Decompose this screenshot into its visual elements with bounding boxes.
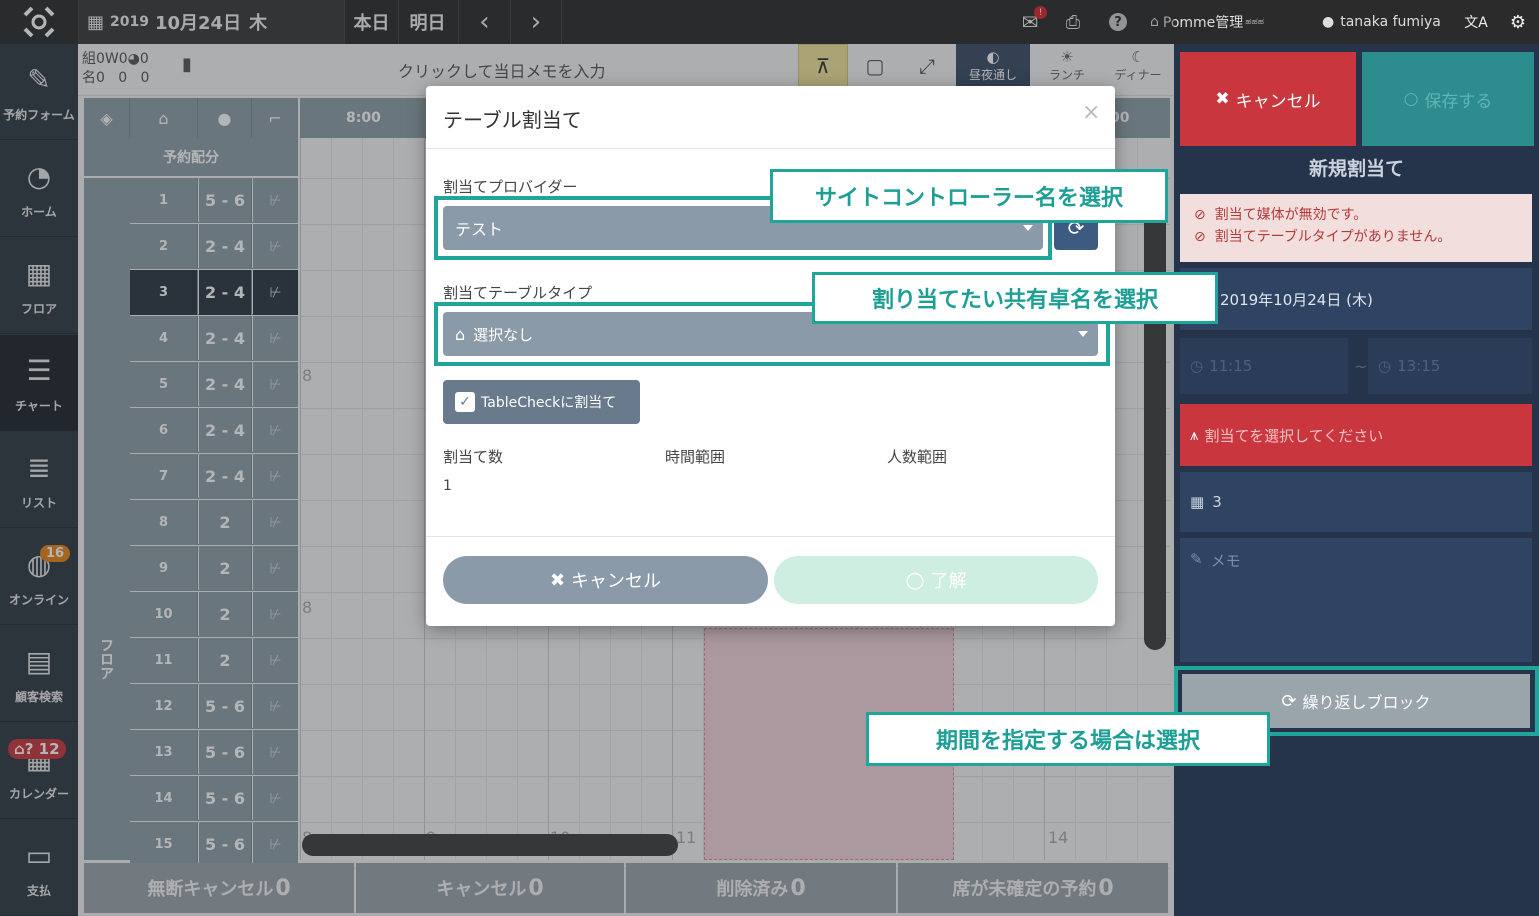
translate-icon: 文A <box>1464 15 1488 31</box>
count-value: 1 <box>443 478 452 494</box>
clock-icon: ◷ <box>1378 357 1392 375</box>
circle-icon: ○ <box>905 567 925 593</box>
panel-title: 新規割当て <box>1308 158 1404 180</box>
provider-callout: サイトコントローラー名を選択 <box>770 169 1168 223</box>
close-icon: ✖ <box>1215 89 1230 109</box>
start-time-select[interactable]: ◷ 11:15 <box>1180 338 1348 394</box>
memo-textarea[interactable]: ✎ メモ <box>1180 538 1532 662</box>
count-header: 割当て数 <box>443 448 504 466</box>
assign-select-button[interactable]: ⩚ 割当てを選択してください <box>1180 404 1532 466</box>
bicycle-icons: ಹಹಹ <box>1245 17 1265 27</box>
edit-icon: ✎ <box>1190 550 1203 568</box>
network-icon: ⩚ <box>1190 426 1199 444</box>
table-type-label: 割当てテーブルタイプ <box>443 284 593 302</box>
clock-icon: ◷ <box>1190 357 1204 375</box>
store-menu[interactable]: ⌂ Pomme管理 ಹಹಹ <box>1150 0 1310 44</box>
user-name: tanaka fumiya <box>1340 14 1441 30</box>
panel-save-button[interactable]: ○ 保存する <box>1362 52 1534 146</box>
tablecheck-checkbox[interactable]: ✓ TableCheckに割当て <box>443 380 640 424</box>
floor-icon: ▦ <box>1190 493 1205 511</box>
close-icon: ✖ <box>549 569 566 591</box>
provider-label: 割当てプロバイダー <box>443 178 578 196</box>
repeat-callout: 期間を指定する場合は選択 <box>866 712 1270 766</box>
time-range-header: 時間範囲 <box>665 448 726 466</box>
refresh-icon: ⟳ <box>1281 690 1297 712</box>
people-range-header: 人数範囲 <box>887 448 948 466</box>
date-field[interactable]: 2019年10月24日 (木) <box>1180 268 1532 330</box>
error-alert: ⊘ 割当て媒体が無効です。 ⊘ 割当てテーブルタイプがありません。 <box>1180 194 1532 262</box>
circle-icon: ○ <box>1403 89 1419 109</box>
ban-icon: ⊘ <box>1194 229 1206 245</box>
user-icon: ● <box>1322 14 1335 30</box>
store-name: Pomme管理 <box>1162 15 1244 31</box>
checkbox-checked-icon: ✓ <box>455 392 475 412</box>
table-number-field[interactable]: ▦ 3 <box>1180 472 1532 532</box>
gear-icon: ⚙ <box>1509 11 1527 33</box>
modal-title: テーブル割当て <box>443 108 582 132</box>
table-type-callout: 割り当てたい共有卓名を選択 <box>812 272 1218 324</box>
modal-close-button[interactable]: × <box>1082 100 1100 125</box>
user-menu[interactable]: ● tanaka fumiya <box>1322 0 1452 44</box>
ban-icon: ⊘ <box>1194 207 1206 223</box>
language-button[interactable]: 文A <box>1462 0 1490 44</box>
end-time-select[interactable]: ◷ 13:15 <box>1368 338 1532 394</box>
modal-ok-button[interactable]: ○ 了解 <box>774 556 1098 604</box>
modal-cancel-button[interactable]: ✖ キャンセル <box>443 556 768 604</box>
right-panel: ✖ キャンセル ○ 保存する 新規割当て ⊘ 割当て媒体が無効です。 ⊘ 割当てテー… <box>1174 44 1539 916</box>
panel-cancel-button[interactable]: ✖ キャンセル <box>1180 52 1356 146</box>
settings-button[interactable]: ⚙ <box>1504 0 1532 44</box>
